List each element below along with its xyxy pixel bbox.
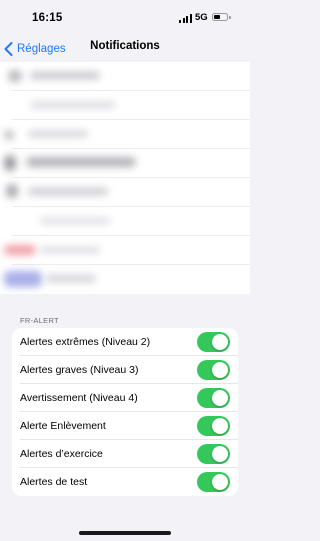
toggle-knob [212, 474, 228, 490]
alert-label: Alertes d’exercice [20, 448, 103, 460]
severe-alerts-toggle[interactable] [197, 360, 230, 380]
list-item: Alerte Enlèvement [12, 412, 238, 440]
blurred-row [0, 207, 250, 236]
list-item: Alertes de test [12, 468, 238, 496]
extreme-alerts-toggle[interactable] [197, 332, 230, 352]
abduction-alert-toggle[interactable] [197, 416, 230, 436]
battery-icon [212, 13, 228, 21]
toggle-knob [212, 334, 228, 350]
toggle-knob [212, 418, 228, 434]
page-title: Notifications [90, 40, 160, 52]
toggle-knob [212, 446, 228, 462]
blurred-row [0, 236, 250, 265]
navigation-bar: Réglages Notifications [0, 36, 250, 62]
blurred-row [0, 149, 250, 178]
home-indicator[interactable] [79, 531, 171, 535]
notifications-screen: 16:15 5G Réglages Notifications FR-ALERT… [0, 0, 250, 541]
cellular-signal-icon [179, 14, 192, 23]
battery-level-fill [214, 15, 221, 19]
fr-alert-section-header: FR-ALERT [20, 316, 59, 325]
alert-label: Avertissement (Niveau 4) [20, 392, 138, 404]
toggle-knob [212, 362, 228, 378]
blurred-row [0, 91, 250, 120]
blurred-row [0, 178, 250, 207]
warning-alerts-toggle[interactable] [197, 388, 230, 408]
status-bar: 16:15 5G [0, 0, 250, 36]
alert-label: Alertes graves (Niveau 3) [20, 364, 139, 376]
list-item: Avertissement (Niveau 4) [12, 384, 238, 412]
blurred-row [0, 265, 250, 294]
list-item: Alertes extrêmes (Niveau 2) [12, 328, 238, 356]
alert-label: Alertes extrêmes (Niveau 2) [20, 336, 151, 348]
exercise-alerts-toggle[interactable] [197, 444, 230, 464]
battery-cap [229, 15, 231, 19]
status-time: 16:15 [32, 12, 63, 24]
alert-label: Alerte Enlèvement [20, 420, 106, 432]
blurred-settings-list [0, 62, 250, 294]
toggle-knob [212, 390, 228, 406]
test-alerts-toggle[interactable] [197, 472, 230, 492]
list-item: Alertes graves (Niveau 3) [12, 356, 238, 384]
blurred-row [0, 120, 250, 149]
blurred-row [0, 62, 250, 91]
list-item: Alertes d’exercice [12, 440, 238, 468]
network-type: 5G [195, 12, 208, 23]
alert-label: Alertes de test [20, 476, 88, 488]
fr-alert-list: Alertes extrêmes (Niveau 2) Alertes grav… [12, 328, 238, 496]
